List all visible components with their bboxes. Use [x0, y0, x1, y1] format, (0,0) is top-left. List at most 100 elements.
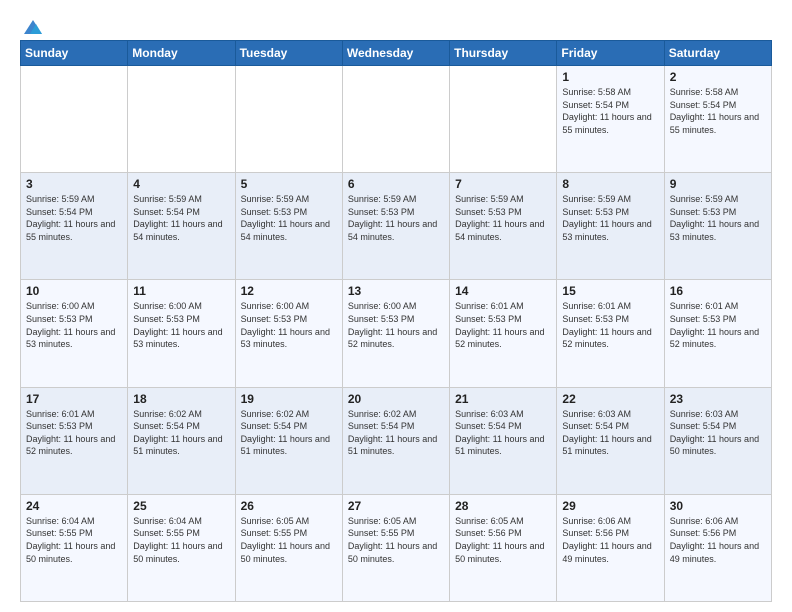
day-number: 26 — [241, 499, 337, 513]
day-number: 29 — [562, 499, 658, 513]
calendar-cell: 8 Sunrise: 5:59 AMSunset: 5:53 PMDaylight… — [557, 173, 664, 280]
calendar-week-1: 1Sunrise: 5:58 AMSunset: 5:54 PMDaylight… — [21, 66, 772, 173]
calendar-cell — [450, 66, 557, 173]
col-header-thursday: Thursday — [450, 41, 557, 66]
calendar-cell: 22Sunrise: 6:03 AMSunset: 5:54 PMDayligh… — [557, 387, 664, 494]
day-info: Sunrise: 6:00 AMSunset: 5:53 PMDaylight:… — [241, 300, 337, 350]
calendar-cell: 4 Sunrise: 5:59 AMSunset: 5:54 PMDaylight… — [128, 173, 235, 280]
day-info: Sunrise: 6:05 AMSunset: 5:56 PMDaylight:… — [455, 515, 551, 565]
calendar-cell: 13 Sunrise: 6:00 AMSunset: 5:53 PMDayligh… — [342, 280, 449, 387]
day-number: 4 — [133, 177, 229, 191]
calendar-week-4: 17 Sunrise: 6:01 AMSunset: 5:53 PMDayligh… — [21, 387, 772, 494]
day-number: 19 — [241, 392, 337, 406]
logo — [20, 16, 44, 34]
day-info: Sunrise: 6:04 AMSunset: 5:55 PMDaylight:… — [26, 515, 122, 565]
col-header-friday: Friday — [557, 41, 664, 66]
day-info: Sunrise: 5:59 AMSunset: 5:53 PMDaylight:… — [348, 193, 444, 243]
calendar-week-5: 24Sunrise: 6:04 AMSunset: 5:55 PMDayligh… — [21, 494, 772, 601]
day-info: Sunrise: 6:02 AMSunset: 5:54 PMDaylight:… — [133, 408, 229, 458]
col-header-monday: Monday — [128, 41, 235, 66]
day-number: 22 — [562, 392, 658, 406]
calendar-cell: 18 Sunrise: 6:02 AMSunset: 5:54 PMDayligh… — [128, 387, 235, 494]
day-number: 28 — [455, 499, 551, 513]
day-number: 18 — [133, 392, 229, 406]
day-info: Sunrise: 5:59 AMSunset: 5:53 PMDaylight:… — [670, 193, 766, 243]
day-info: Sunrise: 6:05 AMSunset: 5:55 PMDaylight:… — [348, 515, 444, 565]
day-number: 17 — [26, 392, 122, 406]
day-info: Sunrise: 6:03 AMSunset: 5:54 PMDaylight:… — [455, 408, 551, 458]
day-number: 7 — [455, 177, 551, 191]
day-number: 9 — [670, 177, 766, 191]
calendar-cell: 15 Sunrise: 6:01 AMSunset: 5:53 PMDayligh… — [557, 280, 664, 387]
day-info: Sunrise: 6:01 AMSunset: 5:53 PMDaylight:… — [455, 300, 551, 350]
day-number: 20 — [348, 392, 444, 406]
calendar-cell: 21 Sunrise: 6:03 AMSunset: 5:54 PMDayligh… — [450, 387, 557, 494]
calendar-cell: 28 Sunrise: 6:05 AMSunset: 5:56 PMDayligh… — [450, 494, 557, 601]
day-number: 21 — [455, 392, 551, 406]
day-info: Sunrise: 6:05 AMSunset: 5:55 PMDaylight:… — [241, 515, 337, 565]
day-number: 5 — [241, 177, 337, 191]
calendar-cell: 12 Sunrise: 6:00 AMSunset: 5:53 PMDayligh… — [235, 280, 342, 387]
day-number: 15 — [562, 284, 658, 298]
calendar-cell: 11Sunrise: 6:00 AMSunset: 5:53 PMDayligh… — [128, 280, 235, 387]
page: SundayMondayTuesdayWednesdayThursdayFrid… — [0, 0, 792, 612]
calendar-cell: 5 Sunrise: 5:59 AMSunset: 5:53 PMDaylight… — [235, 173, 342, 280]
day-info: Sunrise: 5:59 AMSunset: 5:54 PMDaylight:… — [133, 193, 229, 243]
day-info: Sunrise: 6:00 AMSunset: 5:53 PMDaylight:… — [26, 300, 122, 350]
calendar-cell: 19Sunrise: 6:02 AMSunset: 5:54 PMDayligh… — [235, 387, 342, 494]
day-info: Sunrise: 6:01 AMSunset: 5:53 PMDaylight:… — [26, 408, 122, 458]
calendar-cell: 9 Sunrise: 5:59 AMSunset: 5:53 PMDaylight… — [664, 173, 771, 280]
day-number: 13 — [348, 284, 444, 298]
day-number: 12 — [241, 284, 337, 298]
calendar-cell — [342, 66, 449, 173]
calendar-cell: 2 Sunrise: 5:58 AMSunset: 5:54 PMDaylight… — [664, 66, 771, 173]
calendar-cell — [128, 66, 235, 173]
day-info: Sunrise: 6:03 AMSunset: 5:54 PMDaylight:… — [670, 408, 766, 458]
day-info: Sunrise: 5:58 AMSunset: 5:54 PMDaylight:… — [670, 86, 766, 136]
day-number: 8 — [562, 177, 658, 191]
day-info: Sunrise: 6:00 AMSunset: 5:53 PMDaylight:… — [133, 300, 229, 350]
calendar-cell: 26 Sunrise: 6:05 AMSunset: 5:55 PMDayligh… — [235, 494, 342, 601]
day-info: Sunrise: 5:59 AMSunset: 5:54 PMDaylight:… — [26, 193, 122, 243]
col-header-sunday: Sunday — [21, 41, 128, 66]
col-header-wednesday: Wednesday — [342, 41, 449, 66]
logo-icon — [22, 16, 44, 38]
day-info: Sunrise: 5:59 AMSunset: 5:53 PMDaylight:… — [562, 193, 658, 243]
calendar-cell: 16Sunrise: 6:01 AMSunset: 5:53 PMDayligh… — [664, 280, 771, 387]
header — [20, 16, 772, 34]
day-number: 6 — [348, 177, 444, 191]
day-info: Sunrise: 5:59 AMSunset: 5:53 PMDaylight:… — [455, 193, 551, 243]
calendar-cell: 6 Sunrise: 5:59 AMSunset: 5:53 PMDaylight… — [342, 173, 449, 280]
calendar-cell: 1Sunrise: 5:58 AMSunset: 5:54 PMDaylight… — [557, 66, 664, 173]
day-number: 27 — [348, 499, 444, 513]
calendar-cell: 7 Sunrise: 5:59 AMSunset: 5:53 PMDaylight… — [450, 173, 557, 280]
day-info: Sunrise: 6:01 AMSunset: 5:53 PMDaylight:… — [562, 300, 658, 350]
day-number: 14 — [455, 284, 551, 298]
calendar-cell: 17 Sunrise: 6:01 AMSunset: 5:53 PMDayligh… — [21, 387, 128, 494]
day-info: Sunrise: 6:00 AMSunset: 5:53 PMDaylight:… — [348, 300, 444, 350]
day-number: 3 — [26, 177, 122, 191]
day-info: Sunrise: 6:01 AMSunset: 5:53 PMDaylight:… — [670, 300, 766, 350]
col-header-saturday: Saturday — [664, 41, 771, 66]
calendar-cell: 14 Sunrise: 6:01 AMSunset: 5:53 PMDayligh… — [450, 280, 557, 387]
day-info: Sunrise: 6:02 AMSunset: 5:54 PMDaylight:… — [348, 408, 444, 458]
calendar-cell — [235, 66, 342, 173]
day-number: 2 — [670, 70, 766, 84]
calendar-week-2: 3 Sunrise: 5:59 AMSunset: 5:54 PMDaylight… — [21, 173, 772, 280]
day-number: 25 — [133, 499, 229, 513]
calendar-cell: 3 Sunrise: 5:59 AMSunset: 5:54 PMDaylight… — [21, 173, 128, 280]
day-number: 10 — [26, 284, 122, 298]
day-info: Sunrise: 6:06 AMSunset: 5:56 PMDaylight:… — [562, 515, 658, 565]
calendar-cell: 24Sunrise: 6:04 AMSunset: 5:55 PMDayligh… — [21, 494, 128, 601]
day-info: Sunrise: 5:59 AMSunset: 5:53 PMDaylight:… — [241, 193, 337, 243]
day-number: 23 — [670, 392, 766, 406]
calendar-table: SundayMondayTuesdayWednesdayThursdayFrid… — [20, 40, 772, 602]
calendar-cell: 20 Sunrise: 6:02 AMSunset: 5:54 PMDayligh… — [342, 387, 449, 494]
calendar-cell: 30Sunrise: 6:06 AMSunset: 5:56 PMDayligh… — [664, 494, 771, 601]
col-header-tuesday: Tuesday — [235, 41, 342, 66]
calendar-week-3: 10 Sunrise: 6:00 AMSunset: 5:53 PMDayligh… — [21, 280, 772, 387]
calendar-cell: 29 Sunrise: 6:06 AMSunset: 5:56 PMDayligh… — [557, 494, 664, 601]
day-number: 30 — [670, 499, 766, 513]
calendar-cell: 10 Sunrise: 6:00 AMSunset: 5:53 PMDayligh… — [21, 280, 128, 387]
calendar-cell: 27 Sunrise: 6:05 AMSunset: 5:55 PMDayligh… — [342, 494, 449, 601]
